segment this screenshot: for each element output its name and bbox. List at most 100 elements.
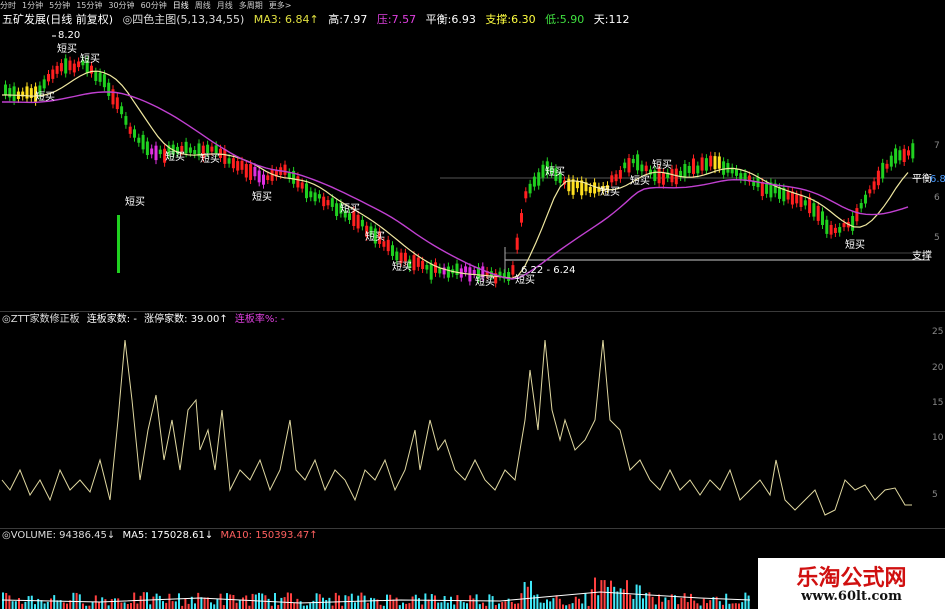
- y-tick-sub: 20: [932, 363, 944, 373]
- candle-body: [588, 186, 592, 193]
- candle-body: [412, 255, 416, 271]
- volume-bar: [408, 603, 411, 609]
- volume-bar: [8, 595, 11, 609]
- volume-bar: [552, 598, 555, 609]
- candle-body: [12, 86, 16, 101]
- short-buy-label: 短买: [165, 150, 185, 163]
- volume-bar: [475, 594, 478, 609]
- volume-bar: [747, 595, 750, 609]
- candle-body: [713, 156, 717, 170]
- volume-bar: [136, 603, 139, 609]
- volume-bar: [421, 604, 424, 609]
- volume-bar: [645, 592, 648, 609]
- candle-body: [120, 106, 124, 115]
- volume-bar: [114, 598, 116, 609]
- volume-bar: [606, 586, 609, 609]
- volume-bar: [232, 594, 235, 609]
- candle-body: [610, 175, 614, 183]
- lianban-rate: 连板率%: -: [234, 314, 285, 325]
- volume-bar: [690, 593, 692, 609]
- candle-body: [145, 141, 149, 156]
- candle-body: [391, 245, 394, 256]
- panel-divider-2[interactable]: [0, 528, 945, 529]
- candle-body: [257, 170, 261, 183]
- watermark-cn: 乐淘公式网: [796, 566, 907, 591]
- volume-header: ◎VOLUME: 94386.45↓ MA5: 175028.61↓ MA10:…: [2, 530, 702, 542]
- volume-bar: [517, 603, 520, 609]
- volume-bar: [453, 604, 456, 609]
- volume-bar: [574, 596, 577, 609]
- volume-bar: [11, 601, 14, 609]
- volume-bar: [664, 597, 667, 609]
- candle-body: [739, 173, 743, 180]
- volume-bar: [242, 597, 244, 609]
- candle-body: [803, 200, 807, 206]
- volume-bar: [357, 595, 360, 609]
- volume-bar: [437, 602, 440, 609]
- volume-bar: [411, 596, 414, 609]
- volume-bar: [658, 594, 660, 609]
- candle-body: [717, 156, 721, 169]
- volume-bar: [565, 605, 568, 609]
- volume-bar: [82, 603, 84, 609]
- volume-bar: [638, 585, 641, 609]
- volume-bar: [53, 595, 56, 609]
- panel-divider-1[interactable]: [0, 311, 945, 312]
- volume-bar: [120, 602, 123, 609]
- candle-body: [283, 164, 287, 175]
- volume-bar: [366, 602, 369, 609]
- short-buy-label: 短买: [35, 90, 55, 103]
- volume-bar: [178, 593, 180, 609]
- candle-body: [532, 176, 536, 187]
- stock-chart-canvas[interactable]: 8.20短买短买短买短买 短买短买 短买短买短买短买短买 短买短买短买短买短买短买6.…: [0, 0, 945, 609]
- volume-bar: [104, 599, 107, 609]
- volume-bar: [155, 593, 158, 609]
- volume-bar: [226, 593, 228, 609]
- candle-body: [214, 145, 218, 153]
- candle-body: [885, 163, 889, 169]
- y-tick-main: 7: [934, 141, 940, 151]
- volume-bar: [98, 601, 100, 609]
- candle-body: [842, 223, 846, 228]
- volume-title[interactable]: ◎VOLUME: 94386.45↓: [2, 530, 115, 541]
- candle-body: [317, 194, 321, 199]
- volume-bar: [290, 593, 292, 609]
- candle-body: [795, 194, 799, 204]
- volume-bar: [171, 601, 174, 609]
- site-watermark: 乐淘公式网 www.60lt.com: [758, 558, 945, 609]
- volume-bar: [322, 597, 324, 609]
- volume-bar: [440, 602, 443, 609]
- volume-bar: [299, 601, 302, 609]
- candle-body: [692, 158, 695, 174]
- volume-bar: [594, 577, 596, 609]
- candle-body: [330, 198, 334, 207]
- lianban-count: 连板家数: -: [86, 314, 137, 325]
- short-buy-label: 短买: [630, 174, 650, 187]
- volume-bar: [283, 597, 286, 609]
- candle-body: [670, 169, 674, 183]
- volume-bar: [229, 594, 232, 609]
- candle-body: [537, 172, 541, 186]
- candle-body: [42, 79, 46, 89]
- candle-body: [98, 72, 102, 82]
- volume-bar: [488, 594, 491, 609]
- candle-body: [872, 181, 876, 190]
- volume-bar: [738, 603, 740, 609]
- volume-ma5-line: [1, 591, 751, 604]
- candle-body: [154, 145, 158, 161]
- peak-price-label: 8.20: [58, 30, 80, 41]
- volume-bar: [533, 595, 536, 609]
- candle-body: [72, 63, 76, 73]
- volume-bar: [354, 602, 356, 609]
- volume-bar: [661, 601, 664, 609]
- volume-bar: [91, 601, 94, 609]
- volume-bar: [386, 594, 388, 609]
- volume-bar: [66, 603, 68, 609]
- sub-indicator-title[interactable]: ◎ZTT家数修正板: [2, 314, 80, 325]
- candle-body: [524, 191, 528, 199]
- volume-bar: [427, 599, 430, 609]
- candle-body: [571, 179, 575, 195]
- candle-body: [821, 211, 824, 226]
- zhangting-count: 涨停家数: 39.00↑: [144, 314, 228, 325]
- volume-bar: [696, 603, 699, 609]
